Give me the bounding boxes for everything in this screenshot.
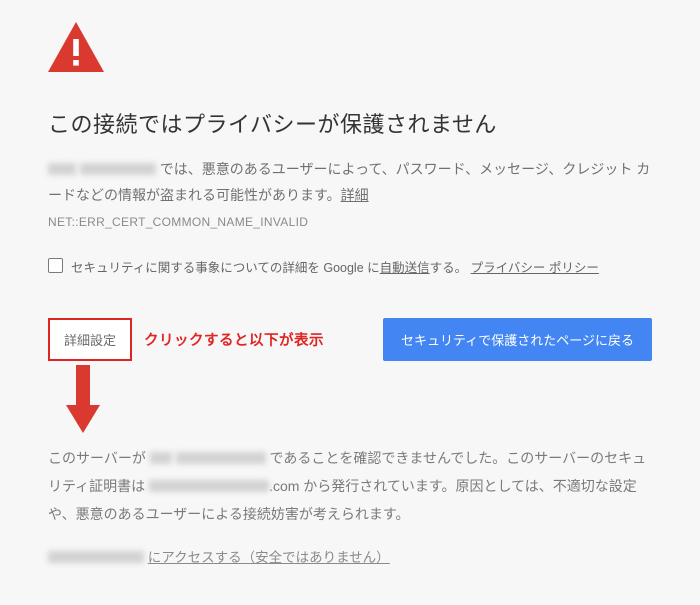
page-title: この接続ではプライバシーが保護されません <box>48 107 652 139</box>
privacy-policy-link[interactable]: プライバシー ポリシー <box>471 261 599 275</box>
redacted-domain <box>48 551 144 563</box>
redacted-domain <box>176 452 266 464</box>
redacted-domain <box>80 163 156 175</box>
learn-more-link[interactable]: 詳細 <box>341 187 369 203</box>
advanced-button[interactable]: 詳細設定 <box>48 318 132 361</box>
redacted-domain <box>150 452 172 464</box>
error-code: NET::ERR_CERT_COMMON_NAME_INVALID <box>48 215 652 229</box>
annotation-label: クリックすると以下が表示 <box>144 329 324 350</box>
details-text: このサーバーが であることを確認できませんでした。このサーバーのセキュリティ証明… <box>48 444 652 528</box>
ssl-warning-page: この接続ではプライバシーが保護されません では、悪意のあるユーザーによって、パス… <box>0 0 700 586</box>
redacted-issuer <box>149 480 269 492</box>
button-row: 詳細設定 クリックすると以下が表示 セキュリティで保護されたページに戻る <box>48 318 652 361</box>
down-arrow-icon <box>66 365 100 433</box>
warning-triangle-icon <box>48 22 104 72</box>
redacted-domain <box>48 163 76 175</box>
proceed-link-row: にアクセスする（安全ではありません） <box>48 546 652 566</box>
proceed-unsafe-link[interactable]: にアクセスする（安全ではありません） <box>148 550 390 565</box>
auto-send-link[interactable]: 自動送信 <box>380 261 430 275</box>
back-to-safety-button[interactable]: セキュリティで保護されたページに戻る <box>383 318 652 361</box>
optin-row: セキュリティに関する事象についての詳細を Google に自動送信する。 プライ… <box>48 257 652 276</box>
optin-checkbox[interactable] <box>48 258 63 273</box>
warning-description: では、悪意のあるユーザーによって、パスワード、メッセージ、クレジット カードなど… <box>48 157 652 209</box>
